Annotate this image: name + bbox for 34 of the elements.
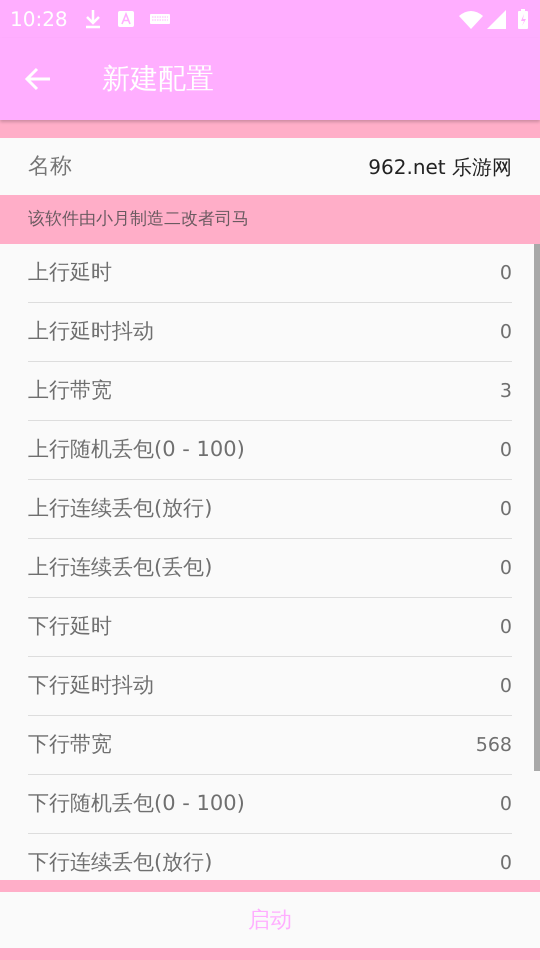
setting-value: 0 <box>500 792 512 817</box>
download-icon <box>84 9 102 29</box>
setting-label[interactable]: 上行延时抖动 <box>28 316 154 348</box>
wifi-icon <box>459 10 483 28</box>
setting-value: 0 <box>500 614 512 640</box>
setting-label[interactable]: 上行随机丢包(0 - 100) <box>28 434 245 466</box>
setting-label[interactable]: 上行带宽 <box>28 375 112 407</box>
setting-value: 0 <box>500 674 512 699</box>
setting-label[interactable]: 上行连续丢包(丢包) <box>28 552 212 584</box>
setting-value: 0 <box>500 850 512 876</box>
setting-label[interactable]: 下行随机丢包(0 - 100) <box>28 788 245 820</box>
setting-label[interactable]: 上行延时 <box>28 257 112 289</box>
signal-icon <box>487 10 506 28</box>
keyboard-icon <box>150 14 170 24</box>
setting-value: 0 <box>500 556 512 581</box>
setting-label[interactable]: 下行连续丢包(放行) <box>28 847 212 879</box>
setting-label[interactable]: 下行延时 <box>28 611 112 643</box>
font-icon <box>118 11 134 27</box>
setting-label[interactable]: 下行带宽 <box>28 729 112 761</box>
status-time: 10:28 <box>10 6 68 33</box>
setting-value: 0 <box>500 438 512 463</box>
notice-text: 该软件由小月制造二改者司马 <box>28 208 249 231</box>
setting-value: 0 <box>500 320 512 345</box>
name-value[interactable]: 962.net 乐游网 <box>368 152 512 182</box>
name-label: 名称 <box>28 153 72 181</box>
app-bar-title: 新建配置 <box>102 61 214 97</box>
setting-value: 3 <box>500 378 512 404</box>
setting-value: 568 <box>476 732 512 758</box>
setting-value: 0 <box>500 496 512 522</box>
back-icon[interactable] <box>24 67 52 91</box>
setting-value: 0 <box>500 260 512 286</box>
setting-label[interactable]: 上行连续丢包(放行) <box>28 493 212 525</box>
setting-label[interactable]: 下行延时抖动 <box>28 670 154 702</box>
battery-icon <box>518 9 528 29</box>
